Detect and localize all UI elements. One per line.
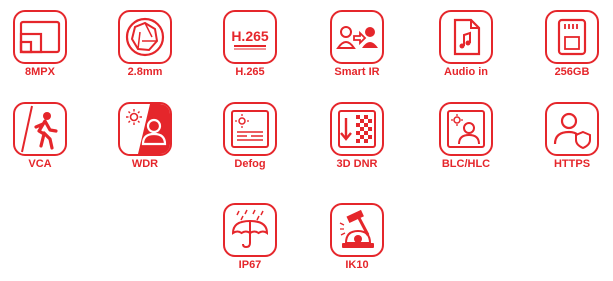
smart-ir-icon <box>330 10 384 64</box>
backlight-compensation-icon <box>439 102 493 156</box>
feature-blc-hlc: BLC/HLC <box>426 102 506 170</box>
feature-label: 8MPX <box>25 66 55 78</box>
noise-reduction-icon <box>330 102 384 156</box>
feature-label: 2.8mm <box>127 66 163 78</box>
feature-label: 3D DNR <box>336 158 378 170</box>
defog-icon <box>223 102 277 156</box>
feature-label: H.265 <box>235 66 265 78</box>
codec-icon-text: H.265 <box>231 28 269 44</box>
feature-3d-dnr: 3D DNR <box>317 102 397 170</box>
feature-8mpx: 8MPX <box>0 10 80 78</box>
feature-https: HTTPS <box>532 102 612 170</box>
feature-label: 256GB <box>554 66 590 78</box>
feature-label: WDR <box>131 158 159 170</box>
wide-dynamic-range-icon <box>118 102 172 156</box>
feature-audio-in: Audio in <box>426 10 506 78</box>
feature-label: Defog <box>234 158 266 170</box>
feature-ik10: IK10 <box>317 203 397 271</box>
feature-label: Smart IR <box>334 66 380 78</box>
codec-icon: H.265 <box>223 10 277 64</box>
feature-wdr: WDR <box>105 102 185 170</box>
feature-label: IP67 <box>238 259 262 271</box>
resolution-icon <box>13 10 67 64</box>
intrusion-detection-icon <box>13 102 67 156</box>
feature-256gb: 256GB <box>532 10 612 78</box>
lens-aperture-icon <box>118 10 172 64</box>
vandal-proof-hammer-icon <box>330 203 384 257</box>
feature-h265: H.265 H.265 <box>210 10 290 78</box>
feature-defog: Defog <box>210 102 290 170</box>
feature-ip67: IP67 <box>210 203 290 271</box>
audio-file-icon <box>439 10 493 64</box>
feature-vca: VCA <box>0 102 80 170</box>
feature-label: IK10 <box>345 259 369 271</box>
sd-card-icon <box>545 10 599 64</box>
feature-smart-ir: Smart IR <box>317 10 397 78</box>
feature-label: Audio in <box>444 66 488 78</box>
feature-label: VCA <box>28 158 52 170</box>
feature-lens: 2.8mm <box>105 10 185 78</box>
weatherproof-umbrella-icon <box>223 203 277 257</box>
secure-user-icon <box>545 102 599 156</box>
feature-label: BLC/HLC <box>441 158 491 170</box>
feature-label: HTTPS <box>553 158 591 170</box>
